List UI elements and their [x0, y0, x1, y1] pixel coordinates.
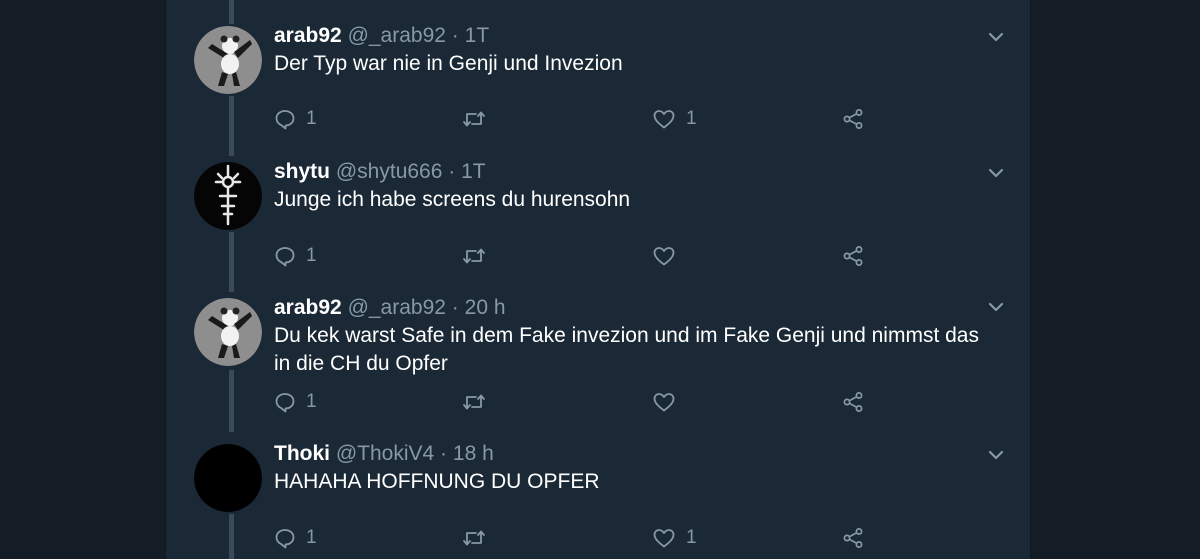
timestamp[interactable]: 18 h [453, 442, 494, 465]
retweet-icon [463, 394, 485, 410]
chevron-down-icon [988, 32, 1004, 42]
tweet-menu-button[interactable] [985, 162, 1007, 184]
reply-icon [275, 247, 295, 267]
tweet[interactable]: arab92 @_arab92 · 1T Der Typ war nie in … [166, 22, 1032, 142]
separator: · [448, 160, 456, 183]
reply-count: 1 [306, 391, 317, 412]
tweet-actions: 1 1 [274, 106, 1014, 132]
separator: · [451, 24, 459, 47]
avatar[interactable] [194, 298, 262, 366]
avatar[interactable] [194, 26, 262, 94]
conversation-column: arab92 @_arab92 · 1T Der Typ war nie in … [165, 0, 1031, 559]
share-icon [843, 392, 863, 412]
share-icon [843, 109, 863, 129]
timestamp[interactable]: 1T [465, 24, 490, 47]
avatar[interactable] [194, 162, 262, 230]
tweet-menu-button[interactable] [985, 444, 1007, 466]
chevron-down-icon [988, 168, 1004, 178]
tweet-text: Junge ich habe screens du hurensohn [274, 188, 631, 211]
tweet-actions: 1 [274, 243, 1014, 269]
user-handle[interactable]: @ThokiV4 [336, 442, 434, 465]
reply-button[interactable]: 1 [274, 243, 317, 269]
separator: · [440, 442, 448, 465]
tweet-actions: 1 [274, 389, 1014, 415]
reply-button[interactable]: 1 [274, 106, 317, 132]
retweet-button[interactable] [462, 243, 496, 269]
black-avatar-icon [194, 444, 262, 512]
timestamp[interactable]: 1T [461, 160, 486, 183]
share-button[interactable] [842, 106, 864, 132]
tweet-text: HAHAHA HOFFNUNG DU OPFER [274, 470, 600, 493]
like-count: 1 [686, 527, 697, 548]
share-icon [843, 246, 863, 266]
display-name[interactable]: Thoki [274, 442, 330, 465]
tweet-text: Der Typ war nie in Genji und Invezion [274, 52, 623, 75]
heart-icon [653, 110, 675, 129]
tweet[interactable]: arab92 @_arab92 · 20 h Du kek warst Safe… [166, 294, 1032, 420]
right-margin [1031, 0, 1200, 559]
share-button[interactable] [842, 389, 864, 415]
left-margin [0, 0, 165, 559]
reply-icon [275, 110, 295, 130]
thread-line [229, 0, 234, 24]
tweet[interactable]: shytu @shytu666 · 1T Junge ich habe scre… [166, 158, 1032, 278]
retweet-icon [463, 111, 485, 127]
heart-icon [653, 247, 675, 266]
display-name[interactable]: arab92 [274, 24, 342, 47]
display-name[interactable]: arab92 [274, 296, 342, 319]
chevron-down-icon [988, 302, 1004, 312]
avatar[interactable] [194, 444, 262, 512]
retweet-icon [463, 248, 485, 264]
like-button[interactable]: 1 [652, 106, 697, 132]
tweet-actions: 1 1 [274, 525, 1014, 551]
heart-icon [653, 393, 675, 412]
tweet-text: Du kek warst Safe in dem Fake invezion u… [274, 324, 979, 375]
separator: · [451, 296, 459, 319]
tweet-menu-button[interactable] [985, 26, 1007, 48]
tweet-menu-button[interactable] [985, 296, 1007, 318]
tweet-header: arab92 @_arab92 · 1T [274, 22, 489, 50]
like-button[interactable] [652, 389, 686, 415]
panda-avatar-icon [194, 298, 262, 366]
reply-icon [275, 529, 295, 549]
like-button[interactable] [652, 243, 686, 269]
share-button[interactable] [842, 525, 864, 551]
retweet-button[interactable] [462, 389, 496, 415]
reply-icon [275, 393, 295, 413]
reply-count: 1 [306, 245, 317, 266]
reply-count: 1 [306, 108, 317, 129]
reply-count: 1 [306, 527, 317, 548]
tweet-header: shytu @shytu666 · 1T [274, 158, 486, 186]
retweet-button[interactable] [462, 106, 496, 132]
symbol-avatar-icon [194, 162, 262, 230]
reply-button[interactable]: 1 [274, 389, 317, 415]
retweet-button[interactable] [462, 525, 496, 551]
display-name[interactable]: shytu [274, 160, 330, 183]
reply-button[interactable]: 1 [274, 525, 317, 551]
share-button[interactable] [842, 243, 864, 269]
retweet-icon [463, 530, 485, 546]
share-icon [843, 528, 863, 548]
tweet-header: arab92 @_arab92 · 20 h [274, 294, 506, 322]
user-handle[interactable]: @_arab92 [348, 296, 446, 319]
chevron-down-icon [988, 450, 1004, 460]
like-count: 1 [686, 108, 697, 129]
user-handle[interactable]: @shytu666 [336, 160, 443, 183]
like-button[interactable]: 1 [652, 525, 697, 551]
heart-icon [653, 529, 675, 548]
panda-avatar-icon [194, 26, 262, 94]
user-handle[interactable]: @_arab92 [348, 24, 446, 47]
timestamp[interactable]: 20 h [465, 296, 506, 319]
tweet[interactable]: Thoki @ThokiV4 · 18 h HAHAHA HOFFNUNG DU… [166, 440, 1032, 559]
tweet-header: Thoki @ThokiV4 · 18 h [274, 440, 494, 468]
